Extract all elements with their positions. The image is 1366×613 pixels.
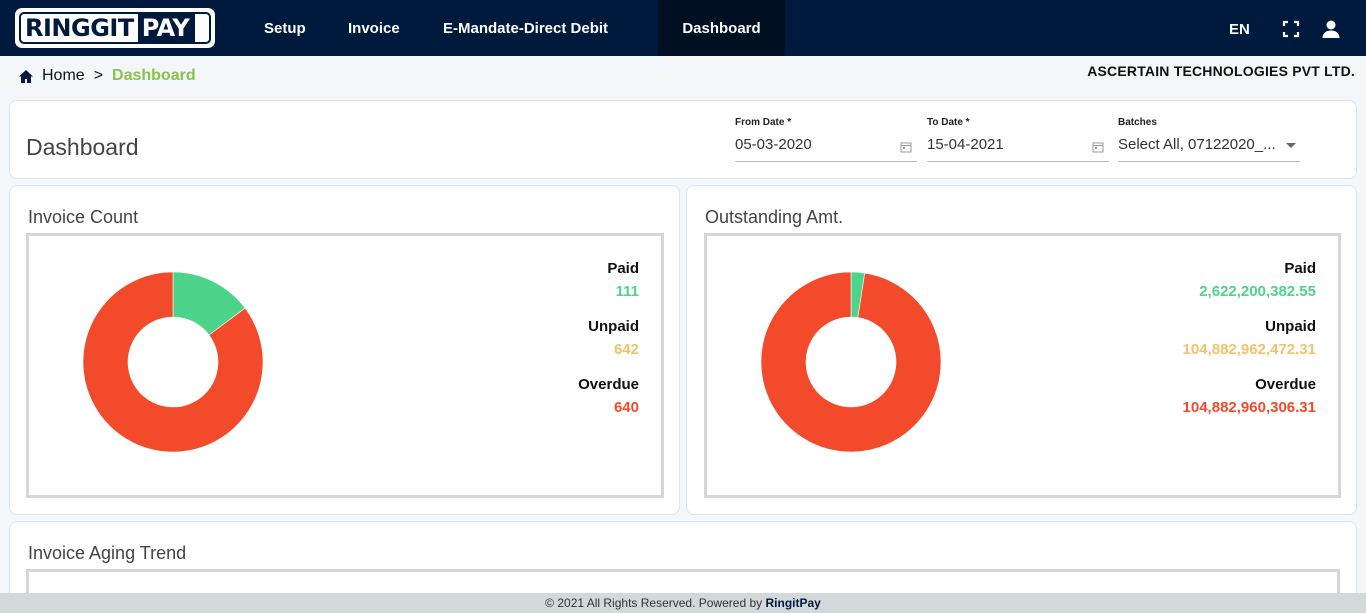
legend-paid-label: Paid: [607, 260, 639, 277]
donut-slice-overdue[interactable]: [760, 271, 942, 453]
to-date-value: 15-04-2021: [927, 136, 1004, 153]
from-date-label: From Date *: [735, 117, 792, 128]
from-date-input[interactable]: 05-03-2020: [735, 136, 917, 162]
calendar-icon[interactable]: [1092, 141, 1104, 153]
breadcrumb-current: Dashboard: [112, 67, 196, 84]
breadcrumb-home[interactable]: Home: [42, 67, 85, 85]
footer-brand-link[interactable]: RingitPay: [765, 596, 820, 610]
invoice-aging-trend-card: Invoice Aging Trend: [9, 521, 1357, 609]
from-date-value: 05-03-2020: [735, 136, 812, 153]
legend-unpaid-value: 104,882,962,472.31: [1182, 341, 1316, 358]
calendar-icon[interactable]: [900, 141, 912, 153]
from-date-field: From Date * 05-03-2020: [735, 117, 917, 162]
breadcrumb-separator: >: [93, 67, 104, 84]
dashboard-header-card: Dashboard From Date * 05-03-2020 To Date…: [9, 100, 1357, 179]
batches-value: Select All, 07122020_...: [1118, 136, 1276, 153]
legend-overdue-label: Overdue: [578, 376, 639, 393]
invoice-aging-trend-title: Invoice Aging Trend: [28, 543, 187, 563]
nav-dashboard[interactable]: Dashboard: [658, 0, 785, 56]
fullscreen-icon[interactable]: [1282, 0, 1300, 56]
nav-setup[interactable]: Setup: [264, 0, 306, 56]
ringgitpay-logo[interactable]: RINGGIT PAY: [15, 8, 215, 48]
logo-text-pay: PAY: [137, 14, 196, 42]
footer-copyright: © 2021 All Rights Reserved. Powered by: [545, 596, 763, 610]
user-account-icon[interactable]: [1321, 0, 1341, 56]
outstanding-amount-title: Outstanding Amt.: [705, 207, 844, 227]
legend-overdue-value: 640: [613, 399, 639, 416]
legend-unpaid-value: 642: [613, 341, 639, 358]
invoice-count-title: Invoice Count: [28, 207, 139, 227]
chevron-down-icon[interactable]: [1286, 143, 1296, 148]
invoice-count-card: Invoice Count Paid 111 Unpaid 642 Overdu…: [9, 185, 680, 515]
home-icon[interactable]: [18, 69, 34, 84]
logo-text-ringgit: RINGGIT: [25, 14, 134, 42]
breadcrumb: Home > Dashboard: [18, 66, 196, 86]
legend-overdue-label: Overdue: [1255, 376, 1316, 393]
legend-paid-label: Paid: [1284, 260, 1316, 277]
outstanding-amount-card: Outstanding Amt. Paid 2,622,200,382.55 U…: [686, 185, 1357, 515]
nav-e-mandate-direct-debit[interactable]: E-Mandate-Direct Debit: [443, 0, 608, 56]
outstanding-amount-legend: Paid 2,622,200,382.55 Unpaid 104,882,962…: [1183, 260, 1316, 434]
company-name: ASCERTAIN TECHNOLOGIES PVT LTD.: [1087, 63, 1355, 79]
legend-paid-value: 2,622,200,382.55: [1199, 283, 1316, 300]
page-title: Dashboard: [26, 134, 139, 160]
outstanding-amount-chart-panel: Paid 2,622,200,382.55 Unpaid 104,882,962…: [704, 233, 1341, 498]
footer: © 2021 All Rights Reserved. Powered by R…: [0, 593, 1366, 613]
outstanding-amount-donut-chart[interactable]: [751, 262, 951, 462]
legend-paid-value: 111: [615, 283, 639, 300]
nav-invoice[interactable]: Invoice: [348, 0, 400, 56]
invoice-count-chart-panel: Paid 111 Unpaid 642 Overdue 640: [26, 233, 664, 498]
legend-unpaid-label: Unpaid: [1265, 318, 1316, 335]
legend-unpaid-label: Unpaid: [588, 318, 639, 335]
batches-field: Batches Select All, 07122020_...: [1118, 117, 1300, 162]
to-date-input[interactable]: 15-04-2021: [927, 136, 1109, 162]
to-date-field: To Date * 15-04-2021: [927, 117, 1109, 162]
batches-select[interactable]: Select All, 07122020_...: [1118, 136, 1300, 162]
legend-overdue-value: 104,882,960,306.31: [1182, 399, 1316, 416]
invoice-count-legend: Paid 111 Unpaid 642 Overdue 640: [578, 260, 639, 434]
invoice-count-donut-chart[interactable]: [73, 262, 273, 462]
top-navbar: RINGGIT PAY Setup Invoice E-Mandate-Dire…: [0, 0, 1366, 56]
language-selector[interactable]: EN: [1229, 0, 1250, 56]
to-date-label: To Date *: [927, 117, 970, 128]
batches-label: Batches: [1118, 117, 1157, 128]
